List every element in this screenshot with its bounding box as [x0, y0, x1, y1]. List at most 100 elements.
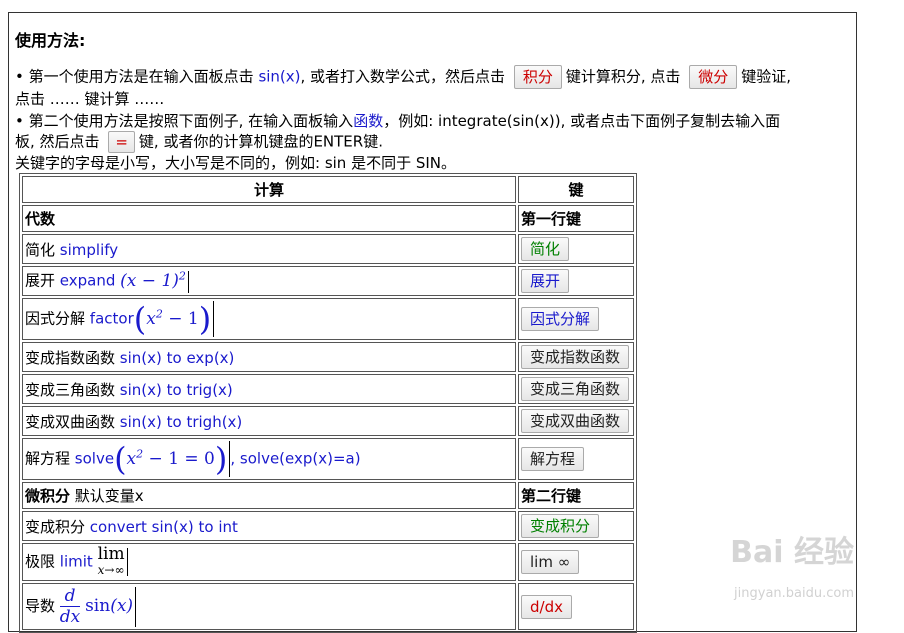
row-calc: 极限 limit lim x→∞ — [22, 543, 516, 581]
row-label: 变成三角函数 — [25, 380, 116, 399]
page-title: 使用方法: — [15, 31, 86, 50]
paren-open: ( — [114, 440, 127, 478]
row-label: 展开 — [25, 272, 56, 291]
row-key: 因式分解 — [518, 298, 634, 340]
factor-button[interactable]: 因式分解 — [521, 307, 600, 331]
cmd-limit[interactable]: limit — [60, 553, 93, 571]
text: 点击 …… 键计算 …… — [15, 90, 165, 108]
section-row-calculus: 微积分 默认变量x 第二行键 — [22, 482, 634, 509]
cmd-simplify[interactable]: simplify — [60, 241, 118, 259]
expand-button[interactable]: 展开 — [521, 269, 570, 293]
header-key: 键 — [518, 176, 634, 203]
cmd-factor[interactable]: factor — [90, 310, 134, 328]
row-key: 展开 — [518, 266, 634, 296]
row-label: 导数 — [25, 597, 56, 615]
row-calc: 变成积分 convert sin(x) to int — [22, 511, 516, 541]
section-algebra-key: 第一行键 — [518, 205, 634, 232]
factor-expr: x — [146, 308, 156, 329]
paren-close: ) — [214, 440, 228, 478]
cmd-expand[interactable]: expand — [60, 272, 116, 290]
row-calc: 因式分解 factor(x2 − 1) — [22, 298, 516, 340]
text: 键, 或者你的计算机键盘的ENTER键. — [138, 132, 383, 151]
section-algebra: 代数 — [22, 205, 516, 232]
row-key: d/dx — [518, 583, 634, 630]
derivative-fraction[interactable]: d dx — [59, 586, 81, 627]
section-calculus-note: 默认变量x — [74, 487, 144, 505]
limit-button[interactable]: lim ∞ — [521, 550, 580, 574]
text: 键验证, — [741, 67, 791, 86]
solve-rest: − 1 = 0 — [143, 448, 215, 469]
text-cursor — [213, 301, 215, 337]
cmd-solve-exp[interactable]: , solve(exp(x)=a) — [230, 450, 360, 468]
expand-math[interactable]: (x − 1)2 — [120, 269, 186, 292]
row-key: 解方程 — [518, 438, 634, 480]
cmd-to-trigh[interactable]: sin(x) to trigh(x) — [120, 413, 243, 431]
deriv-fn: sin — [85, 596, 111, 616]
link-function[interactable]: 函数 — [353, 112, 383, 130]
derivative-ddx-button[interactable]: d/dx — [521, 594, 572, 619]
section-calculus-cell: 微积分 默认变量x — [22, 482, 516, 509]
row-calc: 解方程 solve(x2 − 1 = 0), solve(exp(x)=a) — [22, 438, 516, 480]
table-row: 解方程 solve(x2 − 1 = 0), solve(exp(x)=a) 解… — [22, 438, 634, 480]
factor-rest: − 1 — [162, 308, 199, 329]
limit-math[interactable]: lim x→∞ — [98, 546, 125, 578]
row-key: 简化 — [518, 234, 634, 264]
table-row: 极限 limit lim x→∞ lim ∞ — [22, 543, 634, 581]
solve-button[interactable]: 解方程 — [521, 447, 585, 471]
text: 板, 然后点击 — [15, 132, 100, 151]
header-calc: 计算 — [22, 176, 516, 203]
row-label: 因式分解 — [25, 309, 86, 328]
row-calc: 导数 d dx sin(x) — [22, 583, 516, 630]
instruction-para-1: • 第一个使用方法是在输入面板点击 sin(x), 或者打入数学公式，然后点击 … — [15, 65, 851, 109]
factor-pow: 2 — [155, 306, 163, 320]
row-calc: 变成指数函数 sin(x) to exp(x) — [22, 342, 516, 372]
row-label: 变成双曲函数 — [25, 412, 116, 431]
row-key: 变成双曲函数 — [518, 406, 634, 436]
cmd-to-trig[interactable]: sin(x) to trig(x) — [120, 381, 233, 399]
row-label: 简化 — [25, 240, 56, 259]
link-sinx[interactable]: sin(x) — [258, 68, 300, 86]
row-calc: 简化 simplify — [22, 234, 516, 264]
solve-math[interactable]: x2 − 1 = 0 — [127, 447, 215, 469]
to-trig-button[interactable]: 变成三角函数 — [521, 377, 630, 401]
table-row: 变成双曲函数 sin(x) to trigh(x) 变成双曲函数 — [22, 406, 634, 436]
cmd-convert-int[interactable]: convert sin(x) to int — [90, 518, 238, 536]
expand-pow: 2 — [178, 269, 186, 283]
instructions: 使用方法: • 第一个使用方法是在输入面板点击 sin(x), 或者打入数学公式… — [15, 31, 851, 173]
table-row: 变成积分 convert sin(x) to int 变成积分 — [22, 511, 634, 541]
deriv-den: dx — [59, 607, 81, 627]
lim-sub: x→∞ — [97, 563, 125, 577]
derivative-button[interactable]: 微分 — [689, 65, 738, 89]
row-key: 变成三角函数 — [518, 374, 634, 404]
simplify-button[interactable]: 简化 — [521, 237, 570, 261]
section-calculus: 微积分 — [25, 487, 71, 505]
row-calc: 展开 expand (x − 1)2 — [22, 266, 516, 296]
row-label: 变成积分 — [25, 517, 86, 536]
integral-button[interactable]: 积分 — [513, 65, 562, 89]
cmd-to-exp[interactable]: sin(x) to exp(x) — [120, 349, 235, 367]
text: 第一个使用方法是在输入面板点击 — [28, 67, 254, 86]
text-cursor — [126, 548, 128, 576]
to-trigh-button[interactable]: 变成双曲函数 — [521, 409, 630, 433]
row-label: 解方程 — [25, 449, 71, 468]
table-row: 导数 d dx sin(x) d/dx — [22, 583, 634, 630]
row-label: 极限 — [25, 552, 56, 571]
cmd-solve[interactable]: solve — [75, 450, 114, 468]
bullet: • — [15, 112, 24, 130]
to-exp-button[interactable]: 变成指数函数 — [521, 345, 630, 369]
bullet: • — [15, 67, 24, 86]
equal-button[interactable]: = — [108, 131, 135, 153]
row-calc: 变成双曲函数 sin(x) to trigh(x) — [22, 406, 516, 436]
expand-expr: (x − 1) — [120, 271, 179, 292]
convert-int-button[interactable]: 变成积分 — [521, 514, 600, 538]
table-row: 因式分解 factor(x2 − 1) 因式分解 — [22, 298, 634, 340]
deriv-arg: (x) — [110, 596, 134, 616]
calc-table: 计算 键 代数 第一行键 简化 simplify 简化 展开 expand (x… — [19, 173, 637, 633]
table-row: 变成指数函数 sin(x) to exp(x) 变成指数函数 — [22, 342, 634, 372]
text-cursor — [135, 586, 137, 627]
watermark-brand: Bai 经验 — [730, 535, 854, 570]
instruction-para-3: 关键字的字母是小写，大小写是不同的，例如: sin 是不同于 SIN。 — [15, 154, 457, 172]
factor-math[interactable]: x2 − 1 — [146, 306, 199, 329]
table-header-row: 计算 键 — [22, 176, 634, 203]
text: 第二个使用方法是按照下面例子, 在输入面板输入 — [28, 112, 354, 130]
